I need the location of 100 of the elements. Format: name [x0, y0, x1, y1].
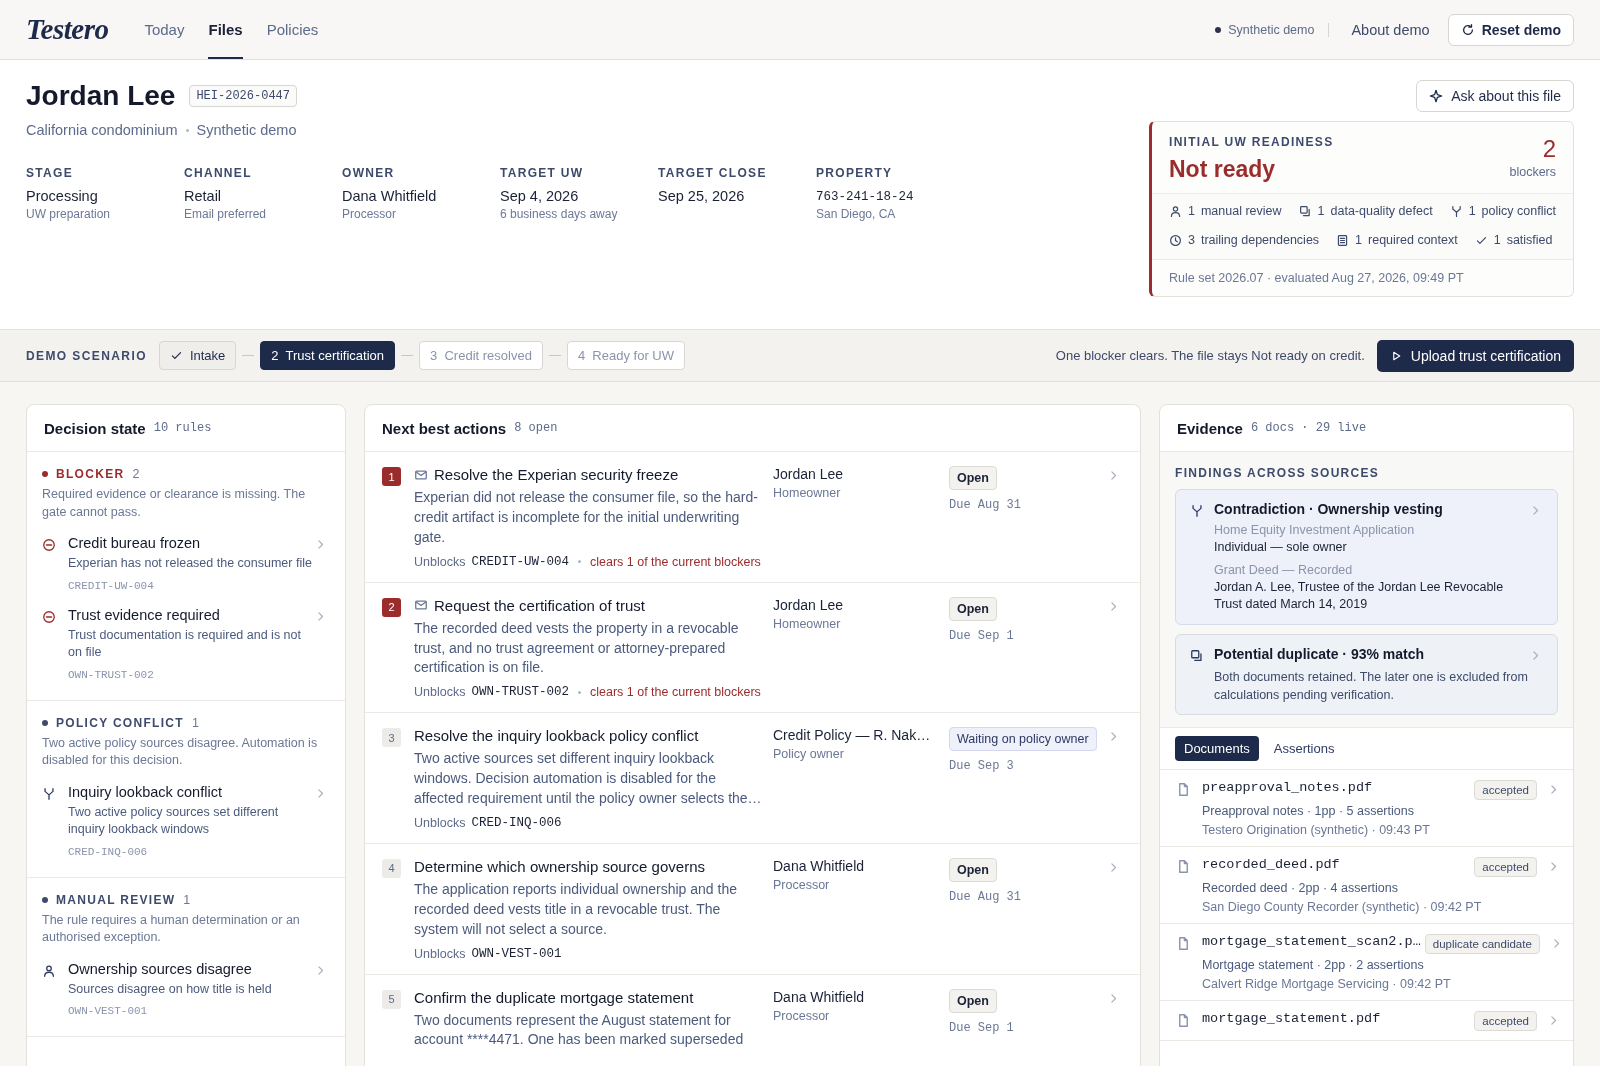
status-badge: Waiting on policy owner: [949, 727, 1097, 752]
panel-title: Next best actions: [382, 419, 507, 437]
minus-circle-icon: [42, 538, 56, 552]
rule-description: Two active policy sources set different inquiry lookback windows: [68, 803, 280, 838]
group-description: The rule requires a human determination or an authorised exception.: [42, 911, 301, 946]
rule-code: CREDIT-UW-004: [68, 579, 155, 592]
evidence-tab[interactable]: Documents: [1175, 735, 1259, 761]
nav-tab[interactable]: Policies: [266, 0, 319, 59]
fact-note: Processor: [342, 207, 398, 221]
check-icon: [169, 349, 183, 362]
readiness-title: INITIAL UW READINESS: [1169, 135, 1334, 149]
file-icon: [1176, 1012, 1191, 1028]
action-title[interactable]: Determine which ownership source governs: [414, 857, 705, 875]
count-label: manual review: [1200, 204, 1282, 218]
action-title[interactable]: Resolve the Experian security freeze: [434, 466, 679, 483]
person-icon: [42, 963, 56, 978]
file-icon: [1176, 781, 1191, 797]
status-dot: [1215, 26, 1222, 33]
count-number: 1: [1317, 204, 1325, 218]
owner-role: Homeowner: [773, 616, 842, 631]
nav-tab[interactable]: Today: [144, 0, 185, 59]
reset-button[interactable]: Reset demo: [1447, 13, 1574, 46]
document-details: Mortgage statement · 2pp · 2 assertions: [1202, 957, 1425, 972]
panel-title: Evidence: [1177, 419, 1243, 437]
unblocks-label: Unblocks: [414, 946, 466, 961]
fact-label: OWNER: [342, 166, 396, 180]
status-badge: Open: [949, 857, 997, 882]
blocker-count: 2: [1541, 135, 1556, 163]
about-link[interactable]: About demo: [1351, 21, 1430, 38]
finding-card[interactable]: Potential duplicate · 93% match Both documents retained. The later one is excluded from calculations pending verification.: [1175, 633, 1558, 715]
rule-code: OWN-VEST-001: [471, 946, 562, 961]
finding-description: Both documents retained. The later one is excluded from calculations pending verification.: [1214, 668, 1529, 704]
owner-role: Processor: [773, 1008, 831, 1023]
fact-note: 6 business days away: [500, 207, 619, 221]
group-label: POLICY CONFLICT: [56, 715, 184, 730]
group-count: 1: [191, 715, 199, 730]
scenario-step[interactable]: 2 Trust certification: [260, 341, 395, 370]
person-icon: [1169, 204, 1182, 218]
fact-note: UW preparation: [26, 207, 112, 221]
action-description: Two documents represent the August statement for account ****4471. One has been marked superseded: [414, 1010, 745, 1050]
document-source: Calvert Ridge Mortgage Servicing · 09:42 PT: [1202, 976, 1452, 991]
document-details: Recorded deed · 2pp · 4 assertions: [1202, 880, 1399, 895]
action-title[interactable]: Resolve the inquiry lookback policy conflict: [414, 727, 699, 745]
document-filename[interactable]: mortgage_statement.pdf: [1202, 1010, 1471, 1026]
minus-circle-icon: [42, 609, 56, 624]
rule-title[interactable]: Inquiry lookback conflict: [68, 783, 314, 800]
blocker-label: blockers: [1509, 165, 1556, 179]
sparkle-icon: [1429, 89, 1444, 103]
group-description: Two active policy sources disagree. Automation is disabled for this decision.: [42, 734, 319, 769]
group-label: BLOCKER: [56, 467, 125, 481]
source-value: Jordan A. Lee, Trustee of the Jordan Lee Revocable Trust dated March 14, 2019: [1214, 578, 1505, 613]
count-label: policy conflict: [1481, 204, 1556, 218]
status-badge: Open: [949, 466, 997, 490]
rule-code: CREDIT-UW-004: [471, 554, 569, 569]
action-title[interactable]: Request the certification of trust: [434, 596, 645, 614]
action-owner: Credit Policy — R. Nak…: [773, 727, 932, 744]
group-count: 2: [132, 467, 140, 481]
panel-meta: 10 rules: [153, 421, 212, 435]
fact-label: TARGET UW: [500, 166, 585, 180]
file-icon: [1176, 935, 1191, 951]
findings-title: FINDINGS ACROSS SOURCES: [1175, 466, 1381, 480]
file-id: HEI-2026-0447: [189, 85, 297, 107]
action-owner: Jordan Lee: [773, 596, 845, 613]
evidence-tab[interactable]: Assertions: [1264, 735, 1344, 761]
scenario-step[interactable]: Intake: [158, 341, 237, 370]
document-lines-icon: [1336, 233, 1350, 247]
action-title[interactable]: Confirm the duplicate mortgage statement: [414, 988, 694, 1006]
action-description: Two active sources set different inquiry lookback windows. Decision automation is disabled for the affected requirement until the policy owner selects the…: [414, 749, 763, 808]
fork-icon: [42, 786, 56, 801]
fact-label: TARGET CLOSE: [658, 166, 768, 180]
document-source: San Diego County Recorder (synthetic) · 09:42 PT: [1202, 899, 1483, 914]
group-dot: [42, 719, 48, 726]
clock-icon: [1169, 233, 1182, 247]
rule-title[interactable]: Credit bureau frozen: [68, 535, 314, 551]
document-source: Testero Origination (synthetic) · 09:43 PT: [1202, 822, 1431, 837]
fact-value: 763-241-18-24: [816, 190, 915, 204]
group-dot: [42, 896, 48, 903]
finding-title: Potential duplicate · 93% match: [1214, 645, 1426, 662]
ask-button[interactable]: Ask about this file: [1416, 80, 1574, 112]
action-effect: clears 1 of the current blockers: [589, 685, 761, 700]
rule-code: CRED-INQ-006: [471, 815, 562, 830]
refresh-icon: [1460, 22, 1475, 37]
document-status: accepted: [1474, 779, 1537, 800]
overlapping-squares-icon: [1298, 204, 1312, 218]
document-filename[interactable]: recorded_deed.pdf: [1202, 856, 1471, 872]
rule-description: Trust documentation is required and is not on file: [68, 626, 302, 661]
logo[interactable]: Testero: [26, 13, 109, 46]
upload-button[interactable]: Upload trust certification: [1376, 339, 1574, 372]
rule-code: OWN-TRUST-002: [68, 668, 155, 681]
finding-card[interactable]: Contradiction · Ownership vesting Home Equity Investment Application Individual — sole owner Grant Deed — Recorded Jordan A. Lee, Trustee of the Jordan Lee Revocable Trust dated March 14, 2019: [1175, 489, 1558, 625]
rule-title[interactable]: Ownership sources disagree: [68, 960, 314, 977]
fact-note: San Diego, CA: [816, 207, 897, 221]
rule-title[interactable]: Trust evidence required: [68, 606, 314, 623]
due-date: Due Sep 3: [949, 759, 1015, 774]
file-subtitle: Synthetic demo: [196, 122, 297, 138]
fact-label: CHANNEL: [184, 166, 253, 180]
document-filename[interactable]: preapproval_notes.pdf: [1202, 779, 1471, 795]
finding-title: Contradiction · Ownership vesting: [1214, 501, 1444, 517]
document-filename[interactable]: mortgage_statement_scan2.p…: [1202, 933, 1421, 949]
group-label: MANUAL REVIEW: [56, 892, 176, 907]
